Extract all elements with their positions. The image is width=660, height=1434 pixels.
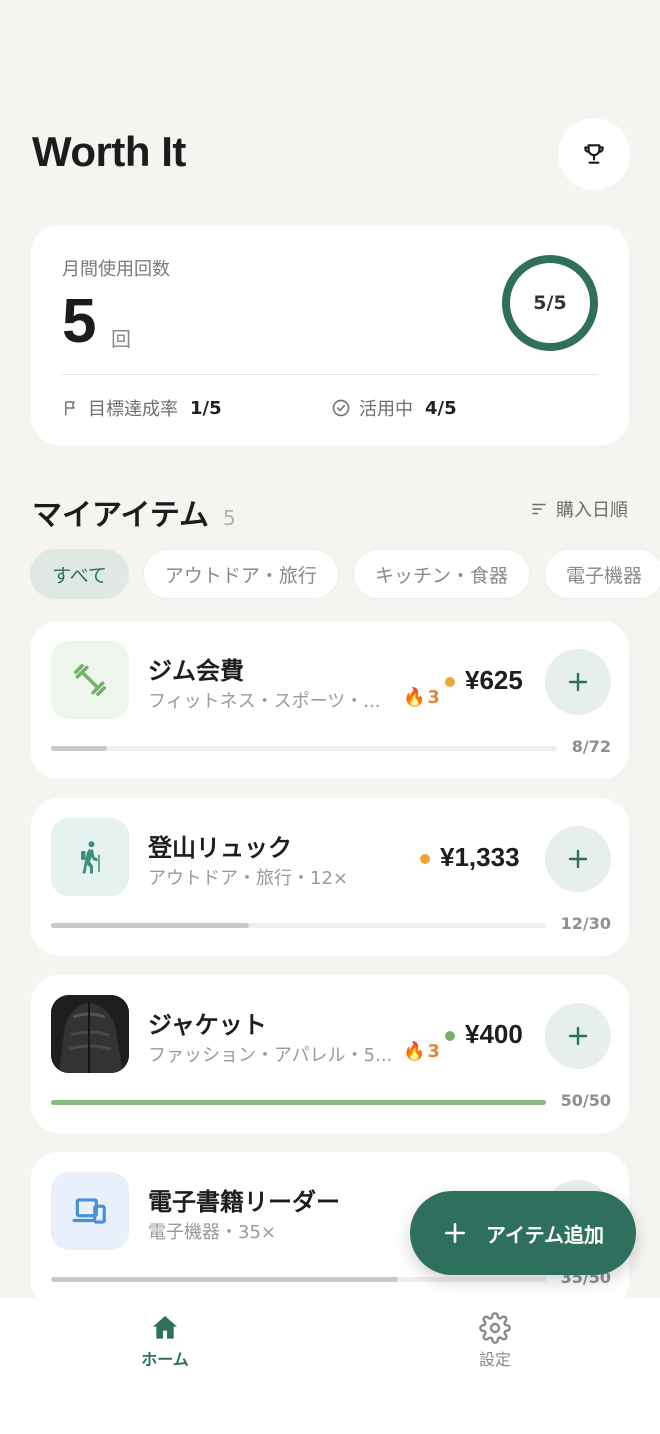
gear-icon — [479, 1312, 511, 1344]
tab-settings[interactable]: 設定 — [435, 1312, 555, 1370]
app-title: Worth It — [32, 128, 186, 175]
item-card[interactable]: 登山リュック アウトドア・旅行・12× ¥1,333 12/30 — [31, 798, 629, 956]
add-item-button[interactable]: アイテム追加 — [410, 1191, 636, 1275]
sort-icon — [532, 503, 546, 515]
usage-progress — [51, 746, 557, 751]
flame-icon: 🔥 — [403, 1041, 426, 1062]
tab-settings-label: 設定 — [478, 1350, 511, 1369]
active-label: 活用中 — [359, 399, 413, 420]
hiker-icon — [81, 841, 100, 874]
item-photo — [51, 995, 129, 1073]
item-price: ¥1,333 — [440, 842, 520, 872]
usage-progress-fill — [51, 923, 249, 928]
tab-home-label: ホーム — [141, 1350, 189, 1369]
item-card[interactable]: ジャケット ファッション・アパレル・5... 🔥 3 ¥400 50/50 — [31, 975, 629, 1133]
jacket-photo — [51, 995, 129, 1073]
dumbbell-icon — [74, 664, 106, 696]
add-item-label: アイテム追加 — [486, 1222, 604, 1247]
item-name: ジム会費 — [148, 657, 244, 685]
streak-count: 3 — [427, 687, 440, 708]
plus-icon — [445, 1223, 465, 1243]
chip-outdoor-travel[interactable]: アウトドア・旅行 — [142, 549, 339, 599]
usage-progress — [51, 923, 546, 928]
status-dot — [420, 854, 430, 864]
usage-progress-fill — [51, 1100, 546, 1105]
item-price: ¥625 — [465, 665, 523, 695]
goal-rate-value: 1/5 — [190, 397, 222, 419]
item-meta: ファッション・アパレル・5... — [148, 1045, 393, 1066]
active-metric: 活用中 4/5 — [331, 395, 457, 421]
usage-progress-text: 12/30 — [560, 914, 611, 933]
usage-progress-fill — [51, 746, 108, 751]
item-meta: フィットネス・スポーツ・... — [148, 691, 381, 712]
chip-electronics[interactable]: 電子機器 — [543, 549, 660, 599]
item-meta: アウトドア・旅行・12× — [148, 868, 348, 889]
item-thumbnail — [51, 641, 129, 719]
add-usage-button[interactable] — [545, 649, 611, 715]
item-name: ジャケット — [148, 1011, 267, 1039]
devices-icon — [72, 1198, 106, 1224]
usage-progress-text: 8/72 — [571, 737, 611, 756]
flame-icon: 🔥 — [403, 687, 426, 708]
streak-badge: 🔥 3 — [403, 1041, 440, 1062]
plus-icon — [568, 1026, 588, 1046]
usage-progress-text: 50/50 — [560, 1091, 611, 1110]
item-thumbnail — [51, 1172, 129, 1250]
usage-progress — [51, 1100, 546, 1105]
streak-count: 3 — [427, 1041, 440, 1062]
plus-icon — [568, 672, 588, 692]
item-price: ¥400 — [465, 1019, 523, 1049]
sort-label: 購入日順 — [556, 500, 628, 521]
chip-all[interactable]: すべて — [30, 549, 129, 599]
plus-icon — [568, 849, 588, 869]
bottom-tab-bar: ホーム 設定 — [0, 1298, 660, 1434]
streak-badge: 🔥 3 — [403, 687, 440, 708]
stats-divider — [62, 374, 598, 375]
my-items-count: 5 — [223, 506, 236, 530]
goal-rate-metric: 目標達成率 1/5 — [62, 395, 222, 421]
goal-rate-label: 目標達成率 — [88, 399, 178, 420]
sort-button[interactable]: 購入日順 — [530, 496, 628, 522]
add-usage-button[interactable] — [545, 1003, 611, 1069]
item-meta: 電子機器・35× — [148, 1222, 276, 1243]
filter-chips: すべて アウトドア・旅行 キッチン・食器 電子機器 — [30, 549, 660, 599]
monthly-usage-value: 5 — [62, 287, 97, 356]
trophy-icon — [584, 144, 604, 164]
active-value: 4/5 — [425, 397, 457, 419]
monthly-usage-label: 月間使用回数 — [62, 259, 170, 280]
usage-progress-fill — [51, 1277, 398, 1282]
item-name: 登山リュック — [148, 834, 292, 862]
item-thumbnail — [51, 818, 129, 896]
tab-home[interactable]: ホーム — [105, 1312, 225, 1370]
flag-icon — [65, 401, 75, 416]
home-icon — [153, 1316, 177, 1339]
status-dot — [445, 677, 455, 687]
usage-progress — [51, 1277, 546, 1282]
add-usage-button[interactable] — [545, 826, 611, 892]
trophy-button[interactable] — [558, 118, 630, 190]
monthly-usage-unit: 回 — [111, 327, 131, 351]
monthly-usage-card: 月間使用回数 5 回 5/5 目標達成率 1/5 活用中 4/5 — [31, 225, 629, 445]
check-circle-icon — [332, 399, 350, 417]
my-items-title: マイアイテム — [32, 498, 209, 533]
item-card[interactable]: ジム会費 フィットネス・スポーツ・... 🔥 3 ¥625 8/72 — [31, 621, 629, 779]
progress-ring-text: 5/5 — [533, 292, 567, 314]
chip-kitchen[interactable]: キッチン・食器 — [352, 549, 530, 599]
item-name: 電子書籍リーダー — [148, 1188, 340, 1216]
status-dot — [445, 1031, 455, 1041]
my-items-heading: マイアイテム 5 — [32, 490, 236, 534]
